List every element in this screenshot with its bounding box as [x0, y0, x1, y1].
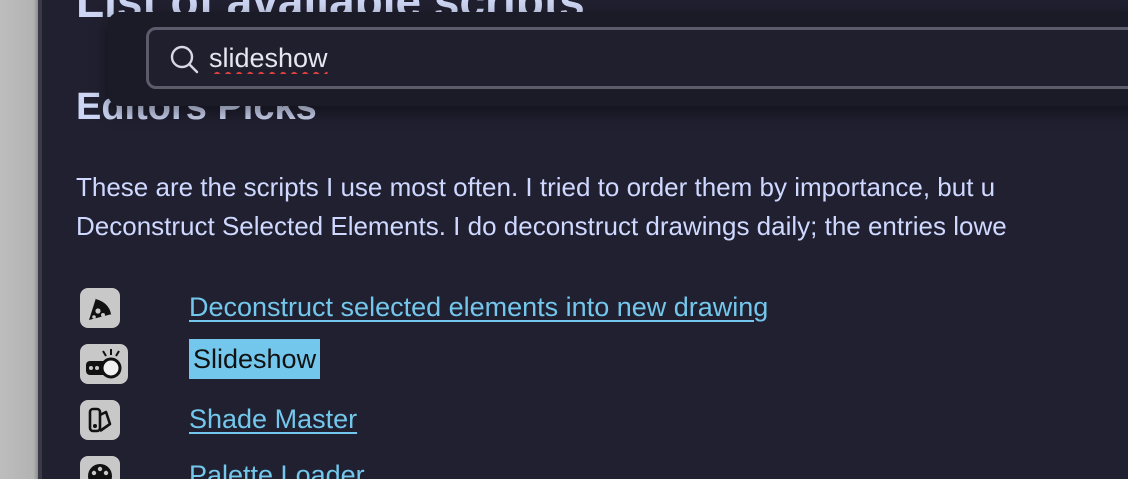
script-row-shade-master: Shade Master	[42, 398, 1128, 446]
palette-icon	[80, 456, 120, 479]
script-link-slideshow[interactable]: Slideshow	[189, 339, 321, 379]
search-box[interactable]	[146, 27, 1128, 89]
script-link-shade-master[interactable]: Shade Master	[189, 404, 357, 435]
intro-line-2: Deconstruct Selected Elements. I do deco…	[76, 211, 1007, 241]
script-link-palette-loader[interactable]: Palette Loader	[189, 460, 365, 479]
script-row-slideshow: Slideshow	[42, 339, 1128, 390]
projector-icon	[80, 344, 128, 384]
script-row-palette-loader: Palette Loader	[42, 454, 1128, 479]
pizza-slice-icon	[80, 288, 120, 328]
search-input[interactable]	[209, 38, 1109, 78]
script-row-deconstruct: Deconstruct selected elements into new d…	[42, 286, 1128, 334]
intro-line-1: These are the scripts I use most often. …	[76, 172, 996, 202]
search-icon	[170, 45, 199, 74]
intro-paragraph: These are the scripts I use most often. …	[76, 168, 1128, 246]
script-link-deconstruct[interactable]: Deconstruct selected elements into new d…	[189, 292, 768, 323]
search-panel	[108, 12, 1128, 106]
swatch-icon	[80, 400, 120, 440]
left-gutter	[0, 0, 42, 479]
